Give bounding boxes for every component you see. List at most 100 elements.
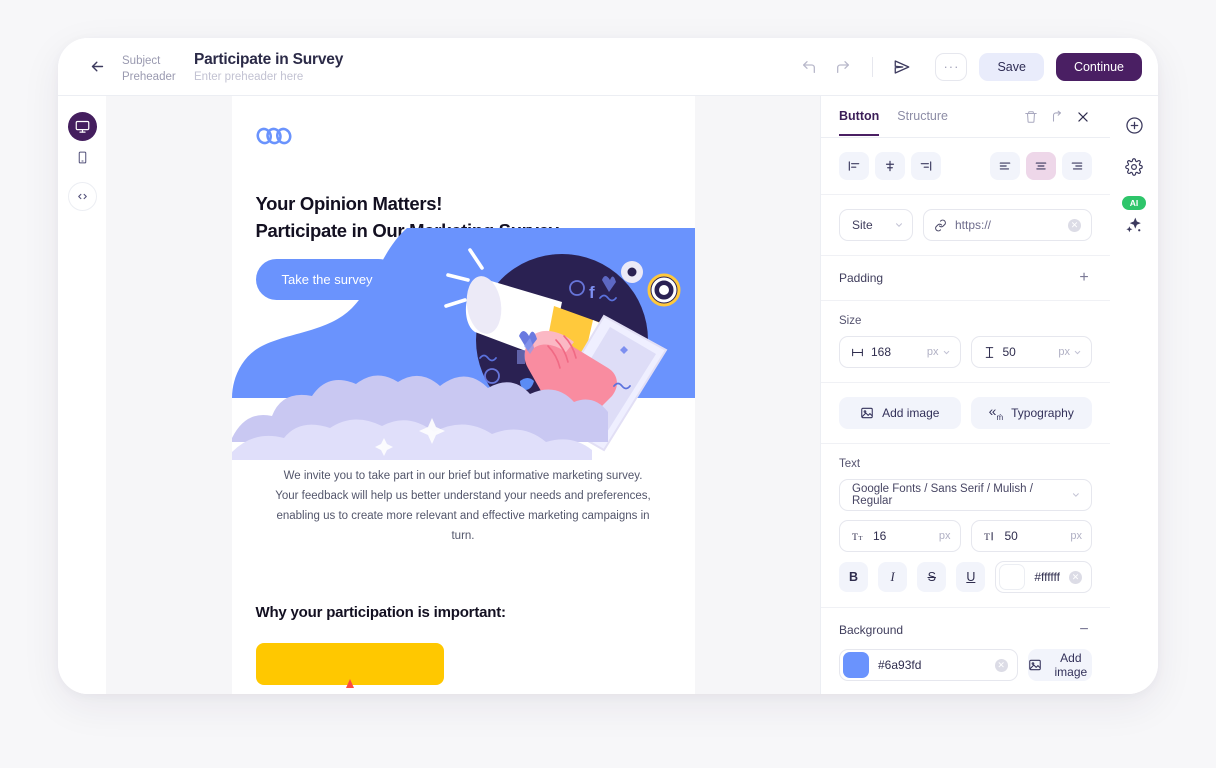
cta-wrapper: Take the survey	[232, 245, 695, 300]
email-subheading: Why your participation is important:	[255, 604, 507, 622]
toolbar-actions: ··· Save Continue	[794, 52, 1142, 82]
text-color-value: #ffffff	[1034, 570, 1060, 584]
tab-structure[interactable]: Structure	[897, 97, 948, 136]
padding-section: Padding +	[821, 256, 1110, 301]
underline-button[interactable]: U	[956, 562, 986, 592]
align-middle-button[interactable]	[875, 152, 905, 180]
url-input[interactable]: https:// ✕	[923, 209, 1092, 241]
font-family-value: Google Fonts / Sans Serif / Mulish / Reg…	[852, 483, 1033, 507]
ai-badge: AI	[1121, 196, 1147, 210]
background-row: #6a93fd ✕ Add image	[839, 649, 1093, 681]
add-image-button[interactable]: Add image	[839, 397, 961, 429]
send-icon[interactable]	[887, 52, 917, 82]
size-title: Size	[839, 315, 862, 327]
font-size-icon: TT	[851, 530, 866, 543]
background-collapse-button[interactable]: −	[1076, 622, 1092, 638]
text-color-swatch[interactable]	[999, 564, 1026, 590]
height-unit-select[interactable]: px	[1058, 346, 1082, 358]
align-bottom-button[interactable]	[911, 152, 941, 180]
link-type-select[interactable]: Site	[839, 209, 913, 241]
subject-block: Subject Participate in Survey Preheader …	[122, 51, 343, 83]
mobile-view-button[interactable]	[68, 143, 97, 172]
clear-icon[interactable]: ✕	[994, 658, 1008, 672]
background-add-image-button[interactable]: Add image	[1027, 649, 1093, 681]
background-color-input[interactable]: #6a93fd ✕	[839, 649, 1018, 681]
text-style-row: B I S U #ffffff ✕	[839, 561, 1092, 593]
font-family-select[interactable]: Google Fonts / Sans Serif / Mulish / Reg…	[839, 479, 1092, 511]
preheader-input[interactable]: Enter preheader here	[194, 71, 303, 83]
font-size-input[interactable]: TT 16 px	[839, 520, 961, 552]
trash-icon[interactable]	[1018, 104, 1044, 130]
properties-panel: Button Structure Site https:// ✕ Padding…	[820, 96, 1110, 694]
italic-button[interactable]: I	[878, 562, 908, 592]
background-color-swatch[interactable]	[843, 652, 869, 678]
height-input[interactable]: 50 px	[970, 336, 1092, 368]
add-image-label: Add image	[882, 406, 940, 420]
editor-body: Your Opinion Matters! Participate in Our…	[58, 96, 1158, 694]
background-header[interactable]: Background −	[839, 622, 1092, 638]
more-options-button[interactable]: ···	[935, 52, 968, 81]
text-align-left-button[interactable]	[990, 152, 1020, 180]
email-canvas: Your Opinion Matters! Participate in Our…	[106, 96, 820, 694]
gear-icon[interactable]	[1121, 154, 1147, 180]
move-up-icon[interactable]	[1044, 104, 1070, 130]
media-actions-section: Add image «ḿ Typography	[821, 383, 1110, 444]
font-size-unit: px	[938, 530, 951, 542]
undo-icon[interactable]	[794, 52, 824, 82]
preheader-label: Preheader	[122, 70, 176, 83]
tools-rail: AI	[1110, 96, 1158, 694]
chevron-down-icon	[943, 350, 949, 354]
subject-input[interactable]: Participate in Survey	[194, 51, 343, 69]
email-yellow-block[interactable]	[255, 643, 444, 689]
strikethrough-button[interactable]: S	[917, 562, 947, 592]
tab-button[interactable]: Button	[839, 97, 880, 136]
height-value: 50	[1002, 345, 1016, 359]
width-input[interactable]: 168 px	[839, 336, 961, 368]
background-section: Background − #6a93fd ✕ Add image	[821, 608, 1110, 694]
text-color-input[interactable]: #ffffff ✕	[995, 561, 1092, 593]
sparkles-icon[interactable]	[1121, 212, 1147, 238]
typography-button[interactable]: «ḿ Typography	[970, 397, 1092, 429]
text-metrics-row: TT 16 px T 50 px	[839, 520, 1092, 552]
bold-button[interactable]: B	[839, 562, 869, 592]
subject-row: Subject Participate in Survey	[122, 51, 343, 69]
media-actions-row: Add image «ḿ Typography	[839, 397, 1092, 429]
email-preview: Your Opinion Matters! Participate in Our…	[231, 96, 695, 694]
close-icon[interactable]	[1070, 104, 1096, 130]
drop-marker-icon	[345, 679, 354, 689]
link-section: Site https:// ✕	[821, 195, 1110, 256]
line-height-unit: px	[1070, 530, 1082, 542]
redo-icon[interactable]	[828, 52, 858, 82]
text-align-center-button[interactable]	[1026, 152, 1056, 180]
svg-text:T: T	[984, 531, 990, 542]
padding-header[interactable]: Padding +	[839, 270, 1092, 286]
text-align-group	[990, 152, 1092, 180]
alignment-section	[821, 138, 1110, 195]
line-height-icon: T	[983, 530, 998, 543]
padding-expand-button[interactable]: +	[1076, 270, 1092, 286]
plus-circle-icon[interactable]	[1121, 112, 1147, 138]
width-value: 168	[871, 345, 892, 359]
clear-icon[interactable]: ✕	[1068, 218, 1081, 232]
align-top-button[interactable]	[839, 152, 869, 180]
clear-icon[interactable]: ✕	[1068, 570, 1082, 584]
width-unit-select[interactable]: px	[927, 346, 951, 358]
code-view-button[interactable]	[67, 182, 97, 211]
width-unit-value: px	[926, 346, 939, 358]
width-icon	[851, 346, 864, 359]
desktop-view-button[interactable]	[67, 112, 97, 141]
headline-line-2: Participate in Our Marketing Survey	[255, 219, 559, 241]
height-unit-value: px	[1058, 346, 1070, 358]
email-content: Your Opinion Matters! Participate in Our…	[231, 96, 695, 689]
top-toolbar: Subject Participate in Survey Preheader …	[58, 38, 1158, 96]
headline-line-1: Your Opinion Matters!	[255, 193, 443, 214]
take-the-survey-button[interactable]: Take the survey	[255, 258, 399, 300]
line-height-input[interactable]: T 50 px	[970, 520, 1092, 552]
size-section: Size 168 px 50 px	[821, 301, 1110, 383]
back-button[interactable]	[82, 52, 112, 82]
ai-assistant-button[interactable]: AI	[1121, 196, 1147, 238]
save-button[interactable]: Save	[979, 52, 1044, 81]
background-color-value: #6a93fd	[878, 658, 922, 672]
text-align-right-button[interactable]	[1062, 152, 1092, 180]
continue-button[interactable]: Continue	[1055, 52, 1142, 81]
